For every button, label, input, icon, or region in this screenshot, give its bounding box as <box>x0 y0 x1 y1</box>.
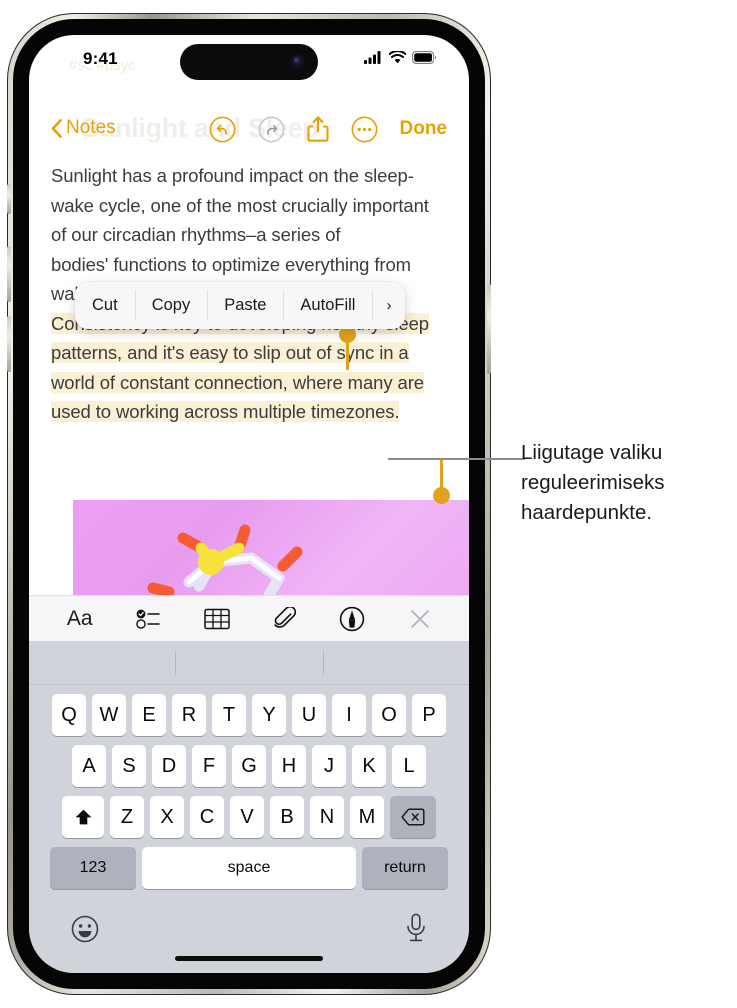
shift-key[interactable] <box>62 796 104 838</box>
keyboard-row-3: Z X C V B N M <box>29 796 469 838</box>
microphone-icon[interactable] <box>405 913 427 943</box>
context-menu-item-cut[interactable]: Cut <box>75 282 135 329</box>
key-r[interactable]: R <box>172 694 206 736</box>
context-menu-more-chevron-icon[interactable]: › <box>372 282 405 329</box>
key-b[interactable]: B <box>270 796 304 838</box>
keyboard-row-4: 123 space return <box>29 847 469 889</box>
iphone-device: #sc #psyc Sunlight and Sleep 9:41 Notes … <box>7 14 491 994</box>
shift-icon <box>75 809 91 824</box>
key-t[interactable]: T <box>212 694 246 736</box>
close-icon[interactable] <box>409 608 431 630</box>
delete-backspace-icon <box>401 808 425 826</box>
attachment-paperclip-icon[interactable] <box>274 606 296 631</box>
return-key[interactable]: return <box>362 847 448 889</box>
redo-icon <box>258 116 284 142</box>
silent-switch[interactable] <box>7 184 11 214</box>
undo-icon[interactable] <box>209 116 236 143</box>
numeric-key[interactable]: 123 <box>50 847 136 889</box>
key-e[interactable]: E <box>132 694 166 736</box>
key-q[interactable]: Q <box>52 694 86 736</box>
predictive-text-bar[interactable] <box>29 641 469 685</box>
dynamic-island <box>180 44 318 80</box>
key-w[interactable]: W <box>92 694 126 736</box>
volume-up-button[interactable] <box>7 246 11 302</box>
onscreen-keyboard: Q W E R T Y U I O P A S D F G H J K L Z … <box>29 641 469 973</box>
note-format-toolbar: Aa <box>29 595 469 641</box>
navigation-bar: Notes Done <box>29 111 469 157</box>
done-button[interactable]: Done <box>400 118 448 140</box>
key-n[interactable]: N <box>310 796 344 838</box>
cellular-signal-icon <box>364 51 381 64</box>
delete-key[interactable] <box>390 796 436 838</box>
table-icon[interactable] <box>204 608 230 630</box>
note-image-attachment[interactable] <box>73 500 469 595</box>
callout-leader-line <box>388 458 525 460</box>
note-paragraph-plain: Sunlight has a profound impact on the sl… <box>51 165 429 245</box>
molecule-illustration <box>147 524 303 595</box>
key-c[interactable]: C <box>190 796 224 838</box>
key-y[interactable]: Y <box>252 694 286 736</box>
key-i[interactable]: I <box>332 694 366 736</box>
context-menu-item-copy[interactable]: Copy <box>134 282 208 329</box>
markup-pen-icon[interactable] <box>339 606 365 632</box>
key-s[interactable]: S <box>112 745 146 787</box>
status-indicators <box>364 51 437 64</box>
text-selection-context-menu: Cut Copy Paste AutoFill › <box>75 282 406 329</box>
keyboard-bottom-bar <box>29 901 469 973</box>
key-m[interactable]: M <box>350 796 384 838</box>
key-v[interactable]: V <box>230 796 264 838</box>
home-indicator[interactable] <box>175 956 323 961</box>
predictive-divider <box>323 651 324 675</box>
key-h[interactable]: H <box>272 745 306 787</box>
power-button[interactable] <box>487 284 491 374</box>
nav-actions: Done <box>209 115 448 143</box>
key-o[interactable]: O <box>372 694 406 736</box>
space-key[interactable]: space <box>142 847 356 889</box>
more-ellipsis-icon[interactable] <box>351 116 378 143</box>
emoji-smiley-icon[interactable] <box>71 915 99 943</box>
key-u[interactable]: U <box>292 694 326 736</box>
text-format-icon[interactable]: Aa <box>67 607 93 631</box>
keyboard-row-1: Q W E R T Y U I O P <box>29 694 469 736</box>
callout-text: Liigutage valiku reguleerimiseks haardep… <box>521 441 665 524</box>
battery-icon <box>412 51 437 64</box>
status-time: 9:41 <box>83 49 118 68</box>
volume-down-button[interactable] <box>7 316 11 372</box>
key-d[interactable]: D <box>152 745 186 787</box>
key-a[interactable]: A <box>72 745 106 787</box>
device-screen: #sc #psyc Sunlight and Sleep 9:41 Notes … <box>29 35 469 973</box>
wifi-icon <box>389 51 406 64</box>
handle-knob <box>433 487 450 504</box>
key-p[interactable]: P <box>412 694 446 736</box>
screenshot-stage: #sc #psyc Sunlight and Sleep 9:41 Notes … <box>0 0 737 1008</box>
keyboard-row-2: A S D F G H J K L <box>29 745 469 787</box>
back-to-notes-button[interactable]: Notes <box>51 117 116 139</box>
context-menu-item-paste[interactable]: Paste <box>207 282 283 329</box>
key-g[interactable]: G <box>232 745 266 787</box>
share-icon[interactable] <box>306 115 329 143</box>
key-z[interactable]: Z <box>110 796 144 838</box>
key-k[interactable]: K <box>352 745 386 787</box>
key-j[interactable]: J <box>312 745 346 787</box>
checklist-icon[interactable] <box>136 609 161 629</box>
key-f[interactable]: F <box>192 745 226 787</box>
back-button-label: Notes <box>66 117 116 138</box>
front-camera-icon <box>290 54 305 70</box>
key-x[interactable]: X <box>150 796 184 838</box>
predictive-divider <box>175 651 176 675</box>
key-l[interactable]: L <box>392 745 426 787</box>
context-menu-item-autofill[interactable]: AutoFill <box>283 282 372 329</box>
chevron-left-icon <box>51 118 62 138</box>
